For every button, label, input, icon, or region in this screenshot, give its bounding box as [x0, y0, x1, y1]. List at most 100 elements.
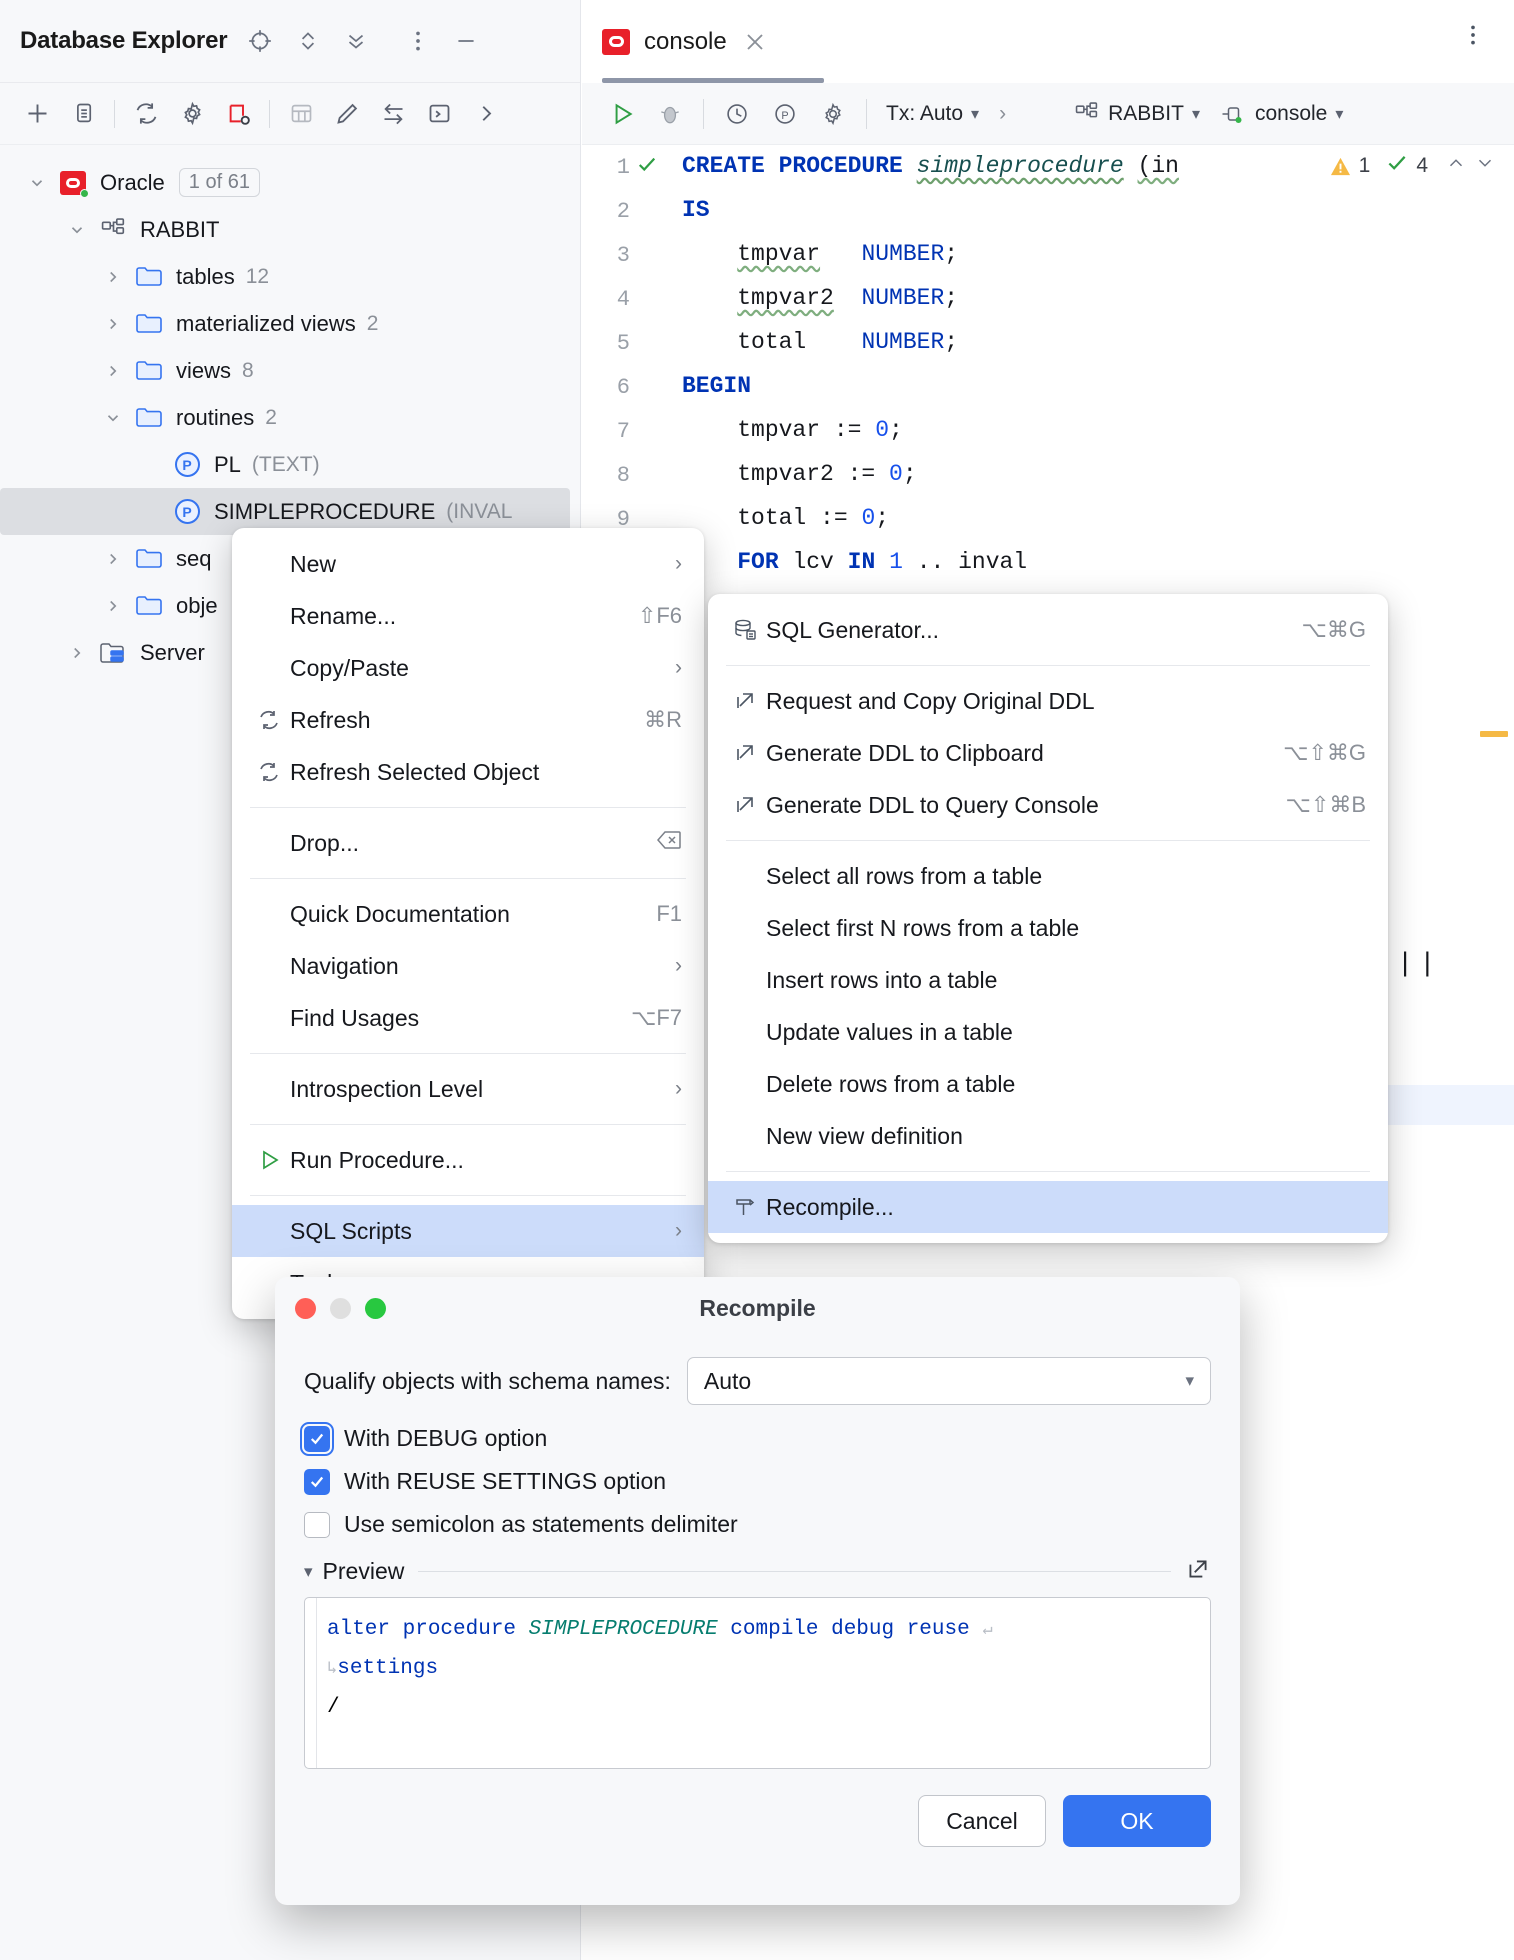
chevron-right-icon[interactable] [58, 644, 96, 662]
code-text: tmpvar := 0; [664, 417, 903, 443]
submenu-item-select-all-rows[interactable]: Select all rows from a table [708, 850, 1388, 902]
submenu-arrow-icon: › [675, 954, 682, 978]
open-console-icon[interactable] [416, 91, 462, 137]
toolbar-separator [866, 99, 867, 129]
chevron-right-icon[interactable] [94, 268, 132, 286]
tab-console[interactable]: console [602, 0, 777, 83]
submenu-item-generate-ddl-to-clipboard[interactable]: Generate DDL to Clipboard ⌥⇧⌘G [708, 727, 1388, 779]
chevron-right-icon[interactable] [94, 315, 132, 333]
preview-header[interactable]: ▾ Preview [304, 1556, 1211, 1587]
dialog-buttons: Cancel OK [275, 1769, 1240, 1847]
table-icon[interactable] [278, 91, 324, 137]
tree-node-views[interactable]: views 8 [0, 347, 580, 394]
folder-icon [132, 594, 166, 617]
code-text: tmpvar2 NUMBER; [664, 285, 958, 311]
add-icon[interactable] [14, 91, 60, 137]
submenu-item-sql-generator[interactable]: SQL Generator... ⌥⌘G [708, 604, 1388, 656]
menu-item-run-procedure[interactable]: Run Procedure... [232, 1134, 704, 1186]
session-selector[interactable]: console ▾ [1210, 92, 1353, 136]
history-icon[interactable] [713, 90, 761, 138]
tree-node-oracle[interactable]: Oracle 1 of 61 [0, 159, 580, 206]
run-icon[interactable] [598, 90, 646, 138]
tx-forward-button[interactable]: › [989, 92, 1016, 136]
checkbox-debug-row[interactable]: With DEBUG option [304, 1425, 1211, 1452]
chevron-down-icon: ▾ [971, 104, 979, 124]
tree-node-routines[interactable]: routines 2 [0, 394, 580, 441]
checkbox-label: With REUSE SETTINGS option [344, 1468, 666, 1495]
tree-node-materialized-views[interactable]: materialized views 2 [0, 300, 580, 347]
submenu-item-recompile[interactable]: Recompile... [708, 1181, 1388, 1233]
chevron-right-icon[interactable] [94, 362, 132, 380]
submenu-item-request-copy-original-ddl[interactable]: Request and Copy Original DDL [708, 675, 1388, 727]
more-icon[interactable] [462, 91, 508, 137]
preview-gutter [305, 1598, 317, 1768]
more-options-icon[interactable] [405, 28, 431, 54]
submenu-item-generate-ddl-to-query-console[interactable]: Generate DDL to Query Console ⌥⇧⌘B [708, 779, 1388, 831]
inspection-widget[interactable]: 1 4 [1329, 152, 1496, 180]
new-query-console-icon[interactable] [215, 91, 261, 137]
checkbox-with-reuse-settings-option[interactable] [304, 1469, 330, 1495]
jump-to-icon[interactable] [370, 91, 416, 137]
schema-selector[interactable]: RABBIT ▾ [1064, 92, 1210, 136]
menu-item-refresh-selected-object[interactable]: Refresh Selected Object [232, 746, 704, 798]
tx-mode-label: Tx: Auto [886, 102, 963, 126]
cancel-button[interactable]: Cancel [918, 1795, 1046, 1847]
debug-icon[interactable] [646, 90, 694, 138]
tx-mode-selector[interactable]: Tx: Auto ▾ [876, 92, 989, 136]
tree-node-rabbit[interactable]: RABBIT [0, 206, 580, 253]
submenu-item-select-first-n-rows[interactable]: Select first N rows from a table [708, 902, 1388, 954]
tree-label: routines [176, 405, 254, 431]
refresh-icon[interactable] [123, 91, 169, 137]
menu-item-introspection-level[interactable]: Introspection Level › [232, 1063, 704, 1115]
parameters-icon[interactable]: P [761, 90, 809, 138]
tree-node-pl[interactable]: P PL (TEXT) [0, 441, 580, 488]
open-in-editor-icon[interactable] [1185, 1556, 1211, 1587]
line-number: 3 [582, 241, 630, 268]
shortcut: F1 [656, 901, 682, 927]
menu-item-sql-scripts[interactable]: SQL Scripts › [232, 1205, 704, 1257]
duplicate-icon[interactable] [60, 91, 106, 137]
external-link-icon [724, 741, 766, 765]
check-count: 4 [1416, 154, 1428, 178]
ok-button[interactable]: OK [1063, 1795, 1211, 1847]
submenu-item-update-values[interactable]: Update values in a table [708, 1006, 1388, 1058]
close-icon[interactable] [741, 28, 769, 56]
menu-item-drop[interactable]: Drop... [232, 817, 704, 869]
submenu-item-new-view-definition[interactable]: New view definition [708, 1110, 1388, 1162]
menu-item-rename[interactable]: Rename... ⇧F6 [232, 590, 704, 642]
menu-item-new[interactable]: New › [232, 538, 704, 590]
menu-item-navigation[interactable]: Navigation › [232, 940, 704, 992]
tree-count: 2 [265, 406, 277, 430]
checkbox-use-semicolon-delimiter[interactable] [304, 1512, 330, 1538]
edit-icon[interactable] [324, 91, 370, 137]
menu-item-quick-documentation[interactable]: Quick Documentation F1 [232, 888, 704, 940]
chevron-right-icon[interactable] [94, 597, 132, 615]
menu-item-find-usages[interactable]: Find Usages ⌥F7 [232, 992, 704, 1044]
chevron-down-icon[interactable] [18, 174, 56, 192]
editor-more-icon[interactable] [1460, 22, 1486, 53]
next-problem-icon[interactable] [1474, 152, 1496, 180]
shortcut: ⌥F7 [631, 1005, 682, 1031]
submenu-item-insert-rows[interactable]: Insert rows into a table [708, 954, 1388, 1006]
settings-icon[interactable] [809, 90, 857, 138]
chevron-down-icon[interactable] [58, 221, 96, 239]
schema-icon [1074, 102, 1100, 125]
menu-item-copy-paste[interactable]: Copy/Paste › [232, 642, 704, 694]
preview-code-box[interactable]: alter procedure SIMPLEPROCEDURE compile … [304, 1597, 1211, 1769]
submenu-item-delete-rows[interactable]: Delete rows from a table [708, 1058, 1388, 1110]
chevron-down-icon[interactable] [94, 409, 132, 427]
checkbox-reuse-settings-row[interactable]: With REUSE SETTINGS option [304, 1468, 1211, 1495]
menu-item-refresh[interactable]: Refresh ⌘R [232, 694, 704, 746]
minimize-icon[interactable] [453, 28, 479, 54]
checkbox-semicolon-row[interactable]: Use semicolon as statements delimiter [304, 1511, 1211, 1538]
collapse-all-icon[interactable] [343, 28, 369, 54]
chevron-right-icon[interactable] [94, 550, 132, 568]
checkbox-with-debug-option[interactable] [304, 1426, 330, 1452]
target-icon[interactable] [247, 28, 273, 54]
chevron-down-icon[interactable]: ▾ [304, 1562, 313, 1582]
expand-collapse-icon[interactable] [295, 28, 321, 54]
schema-qualification-select[interactable]: Auto ▾ [687, 1357, 1211, 1405]
settings-icon[interactable] [169, 91, 215, 137]
tree-node-tables[interactable]: tables 12 [0, 253, 580, 300]
prev-problem-icon[interactable] [1445, 152, 1467, 180]
